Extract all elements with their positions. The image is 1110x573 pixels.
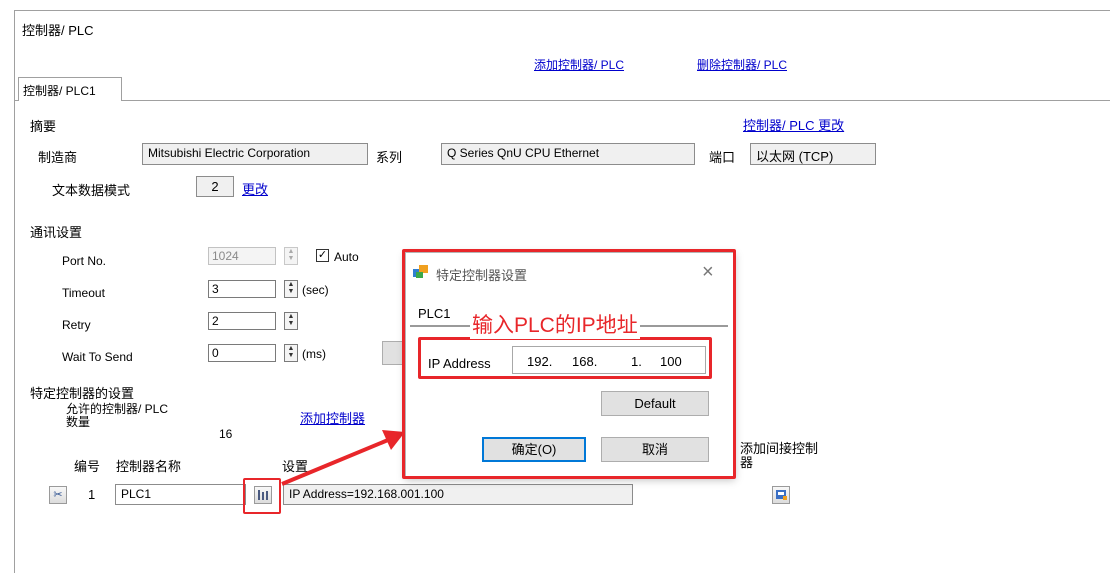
- summary-heading: 摘要: [30, 119, 57, 134]
- delete-row-scissors-icon[interactable]: ✂: [49, 486, 67, 504]
- text-mode-label: 文本数据模式: [52, 183, 131, 198]
- timeout-spinner[interactable]: ▲ ▼: [284, 280, 298, 298]
- tab-plc1[interactable]: 控制器/ PLC1: [18, 77, 122, 101]
- comm-heading: 通讯设置: [30, 225, 83, 240]
- port-no-input[interactable]: [208, 247, 276, 265]
- wait-to-send-spinner[interactable]: ▲ ▼: [284, 344, 298, 362]
- retry-spinner[interactable]: ▲ ▼: [284, 312, 298, 330]
- ip-address-input[interactable]: 192. 168. 1. 100: [512, 346, 706, 374]
- ip-octet-2: 168.: [572, 354, 598, 369]
- port-no-spinner[interactable]: ▲ ▼: [284, 247, 298, 265]
- timeout-input[interactable]: [208, 280, 276, 298]
- controller-change-link[interactable]: 控制器/ PLC 更改: [743, 115, 844, 134]
- timeout-unit: (sec): [302, 283, 329, 297]
- delete-controller-link[interactable]: 删除控制器/ PLC: [697, 56, 787, 73]
- controller-name-field[interactable]: PLC1: [115, 484, 246, 505]
- retry-label: Retry: [62, 318, 91, 332]
- add-controller-link[interactable]: 添加控制器/ PLC: [534, 56, 624, 73]
- retry-input[interactable]: [208, 312, 276, 330]
- text-mode-field: 2: [196, 176, 234, 197]
- column-number: 编号: [74, 459, 101, 474]
- row-number: 1: [88, 487, 96, 502]
- settings-detail-glyph: [258, 490, 268, 500]
- ip-octet-4: 100: [660, 354, 682, 369]
- add-indirect-glyph: [776, 490, 787, 500]
- dialog-close-icon[interactable]: ×: [702, 261, 714, 284]
- series-label: 系列: [376, 150, 403, 165]
- text-mode-change-link[interactable]: 更改: [242, 179, 268, 198]
- annotation-arrow-line: [281, 438, 389, 486]
- default-button[interactable]: Default: [601, 391, 709, 416]
- wait-to-send-unit: (ms): [302, 347, 326, 361]
- port-label: 端口: [709, 150, 736, 165]
- allowed-plc-label: 允许的控制器/ PLC 数量: [66, 402, 169, 429]
- dialog-app-icon: [413, 265, 429, 279]
- annotation-text: 输入PLC的IP地址: [470, 309, 640, 339]
- add-indirect-controller-icon[interactable]: [772, 486, 790, 504]
- dialog-tab-plc1[interactable]: PLC1: [418, 306, 451, 321]
- annotation-arrow: [281, 430, 405, 486]
- series-field: Q Series QnU CPU Ethernet: [441, 143, 695, 165]
- wait-to-send-label: Wait To Send: [62, 350, 133, 364]
- extended-settings-button[interactable]: [382, 341, 406, 365]
- auto-label: Auto: [334, 250, 359, 264]
- column-controller-name: 控制器名称: [116, 459, 182, 474]
- allowed-plc-count: 16: [219, 427, 233, 441]
- dialog-title: 特定控制器设置: [436, 268, 528, 283]
- page-title: 控制器/ PLC: [22, 23, 94, 38]
- add-indirect-label: 添加间接控制器: [740, 441, 819, 470]
- maker-field: Mitsubishi Electric Corporation: [142, 143, 368, 165]
- wait-to-send-input[interactable]: [208, 344, 276, 362]
- specific-controller-dialog: 特定控制器设置 × PLC1 IP Address 192. 168. 1. 1…: [405, 252, 735, 478]
- port-field: 以太网 (TCP): [750, 143, 876, 165]
- ip-address-label: IP Address: [428, 356, 491, 371]
- ok-button[interactable]: 确定(O): [482, 437, 586, 462]
- tab-plc1-label: 控制器/ PLC1: [23, 84, 96, 98]
- auto-checkbox[interactable]: ✓: [316, 249, 329, 262]
- cancel-button[interactable]: 取消: [601, 437, 709, 462]
- specific-heading: 特定控制器的设置: [30, 386, 135, 401]
- ip-octet-1: 192.: [527, 354, 553, 369]
- ip-octet-3: 1.: [631, 354, 642, 369]
- tab-strip-line: [14, 100, 1110, 101]
- timeout-label: Timeout: [62, 286, 105, 300]
- maker-label: 制造商: [38, 150, 78, 165]
- port-no-label: Port No.: [62, 254, 107, 268]
